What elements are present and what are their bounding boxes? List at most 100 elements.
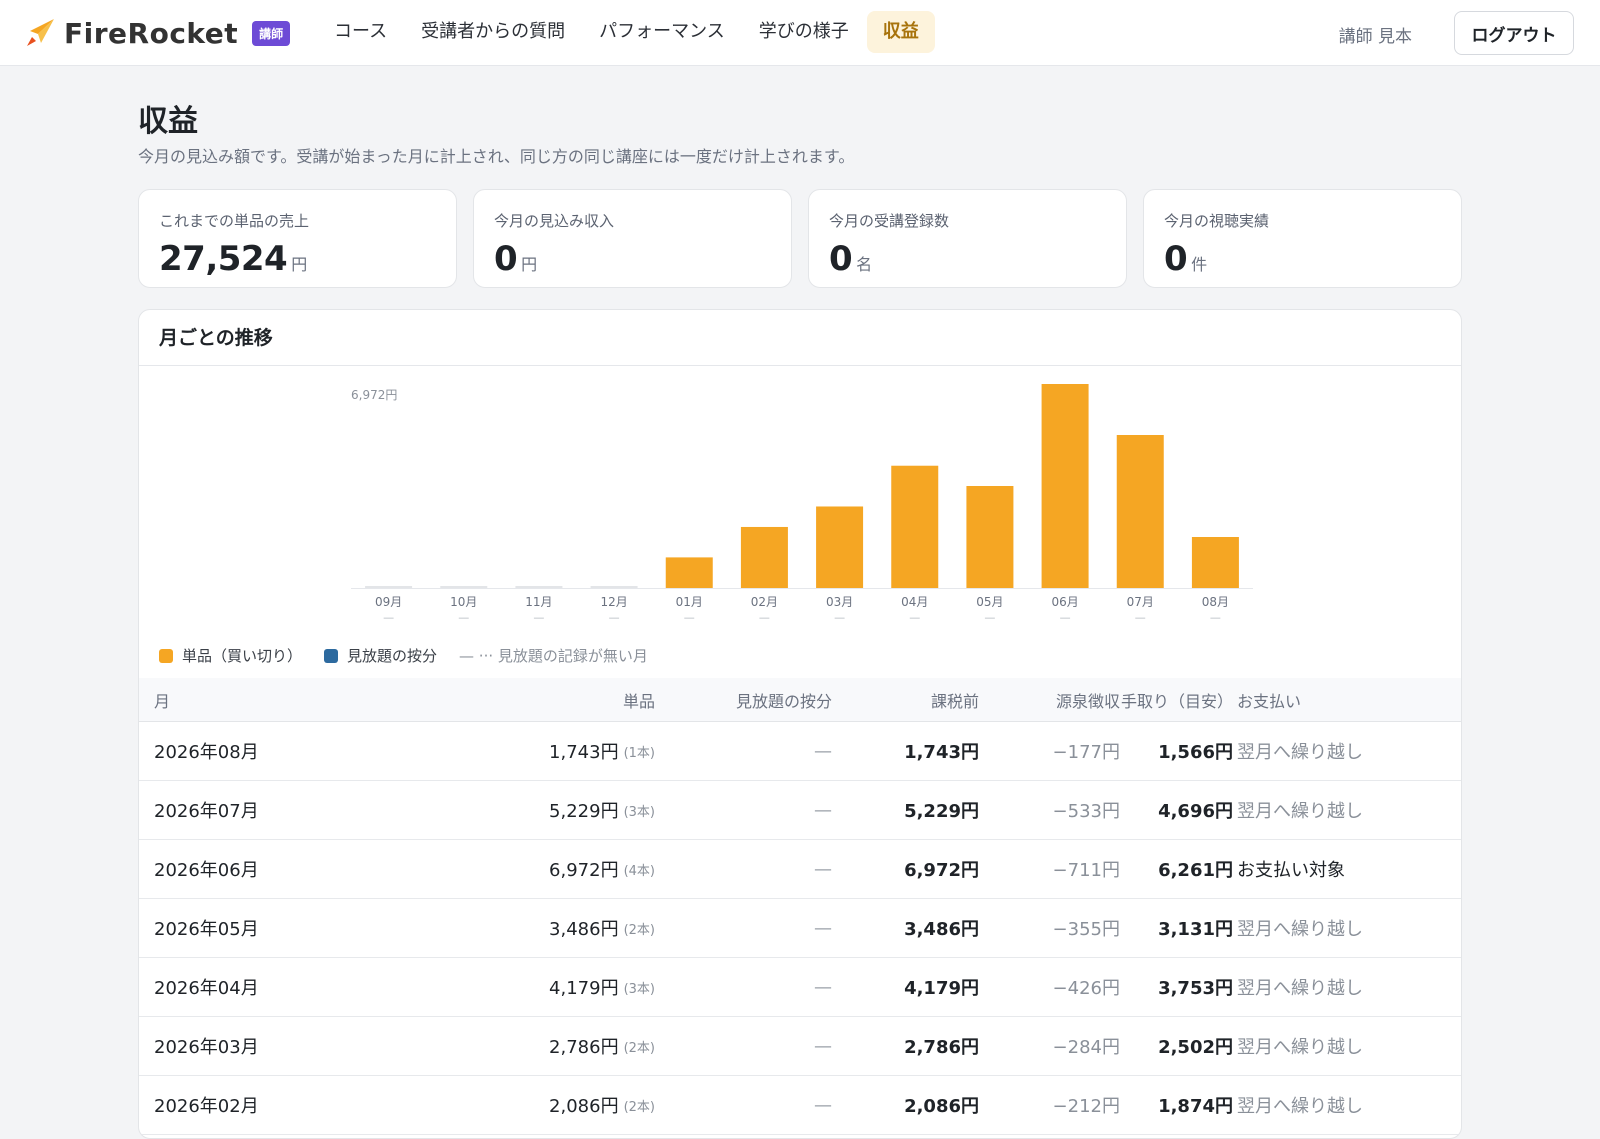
stat-card-views: 今月の視聴実績 0件 bbox=[1143, 189, 1462, 288]
table-row: 2026年08月 1,743円 (1本) — 1,743円 −177円 1,566… bbox=[139, 722, 1461, 781]
cell-count: (2本) bbox=[623, 922, 655, 938]
role-badge: 講師 bbox=[252, 20, 291, 46]
chart-bar[interactable] bbox=[1041, 384, 1089, 588]
nav-item-courses[interactable]: コース bbox=[318, 11, 403, 53]
cell-payment: 翌月へ繰り越し bbox=[1237, 742, 1363, 763]
cell-single: 4,179円 (3本) bbox=[549, 978, 655, 999]
app-logo[interactable]: FireRocket 講師 bbox=[24, 14, 291, 52]
cell-net: 3,753円 bbox=[1158, 978, 1233, 999]
chart-bar[interactable] bbox=[816, 506, 864, 588]
chart-x-tick-label: 06月 bbox=[1051, 595, 1078, 609]
chart-x-tick-label: 04月 bbox=[901, 595, 928, 609]
cell-payment: 翌月へ繰り越し bbox=[1237, 978, 1363, 999]
chart-x-sub-label: — bbox=[383, 611, 394, 624]
chart-bar[interactable] bbox=[740, 526, 788, 588]
cell-single: 3,486円 (2本) bbox=[549, 919, 655, 940]
cell-net: 6,261円 bbox=[1158, 860, 1233, 881]
cell-count: (4本) bbox=[623, 863, 655, 879]
logout-button[interactable]: ログアウト bbox=[1454, 11, 1574, 55]
table-row: 2026年05月 3,486円 (2本) — 3,486円 −355円 3,131… bbox=[139, 899, 1461, 958]
monthly-trend-panel: 月ごとの推移 6,972円 09月 — 10月 — 11月 — 12月 — 01月 — 02月 — 03月… bbox=[138, 309, 1462, 1139]
chart-bar[interactable] bbox=[891, 465, 939, 588]
cell-count: (1本) bbox=[623, 745, 655, 761]
cell-subscription: — bbox=[814, 917, 832, 939]
cell-month: 2026年03月 bbox=[154, 1037, 259, 1058]
legend-swatch-single bbox=[159, 648, 173, 663]
chart-x-tick-label: 03月 bbox=[826, 595, 853, 609]
cell-month: 2026年06月 bbox=[154, 860, 259, 881]
cell-pretax: 5,229円 bbox=[904, 801, 979, 822]
revenue-table: 月 単品 見放題の按分 課税前 源泉徴収 手取り（目安） お支払い 2026年0… bbox=[139, 678, 1461, 1135]
table-row: 2026年04月 4,179円 (3本) — 4,179円 −426円 3,753… bbox=[139, 958, 1461, 1017]
chart-x-tick-label: 02月 bbox=[751, 595, 778, 609]
chart-x-tick-label: 11月 bbox=[525, 595, 552, 609]
top-navigation-bar: FireRocket 講師 コース 受講者からの質問 パフォーマンス 学びの様子… bbox=[0, 0, 1600, 66]
legend-label: 見放題の按分 bbox=[347, 647, 438, 665]
chart-x-tick-label: 10月 bbox=[450, 595, 477, 609]
legend-item-subscription: 見放題の按分 bbox=[324, 645, 437, 666]
table-row: 2026年07月 5,229円 (3本) — 5,229円 −533円 4,696… bbox=[139, 781, 1461, 840]
user-name: 講師 見本 bbox=[1338, 27, 1412, 47]
table-row: 2026年02月 2,086円 (2本) — 2,086円 −212円 1,874… bbox=[139, 1076, 1461, 1135]
cell-payment: 翌月へ繰り越し bbox=[1237, 919, 1363, 940]
table-row: 2026年06月 6,972円 (4本) — 6,972円 −711円 6,261… bbox=[139, 840, 1461, 899]
column-header-net: 手取り（目安） bbox=[1120, 691, 1233, 711]
cell-subscription: — bbox=[814, 858, 832, 880]
chart-x-sub-label: — bbox=[1060, 611, 1071, 624]
cell-month: 2026年02月 bbox=[154, 1096, 259, 1117]
chart-x-tick-label: 08月 bbox=[1202, 595, 1229, 609]
cell-single: 2,086円 (2本) bbox=[549, 1096, 655, 1117]
main-nav: コース 受講者からの質問 パフォーマンス 学びの様子 収益 bbox=[318, 11, 937, 53]
legend-item-single: 単品（買い切り） bbox=[159, 645, 302, 666]
stat-unit: 件 bbox=[1191, 255, 1208, 274]
cell-withholding: −533円 bbox=[1052, 801, 1120, 822]
cell-pretax: 1,743円 bbox=[904, 742, 979, 763]
nav-item-performance[interactable]: パフォーマンス bbox=[583, 11, 741, 53]
column-header-single: 単品 bbox=[622, 691, 655, 711]
chart-x-tick-label: 12月 bbox=[600, 595, 627, 609]
chart-x-tick-label: 09月 bbox=[375, 595, 402, 609]
cell-month: 2026年07月 bbox=[154, 801, 259, 822]
chart-bar-empty bbox=[590, 586, 638, 588]
cell-withholding: −355円 bbox=[1052, 919, 1120, 940]
stat-label: これまでの単品の売上 bbox=[159, 212, 310, 230]
column-header-payment: お支払い bbox=[1237, 691, 1302, 711]
chart-bar[interactable] bbox=[1116, 435, 1164, 588]
cell-net: 1,874円 bbox=[1158, 1096, 1233, 1117]
column-header-pretax: 課税前 bbox=[930, 691, 979, 711]
chart-bar[interactable] bbox=[1191, 537, 1239, 588]
cell-count: (3本) bbox=[623, 804, 655, 820]
cell-single: 2,786円 (2本) bbox=[549, 1037, 655, 1058]
column-header-subscription: 見放題の按分 bbox=[735, 691, 832, 711]
chart-bar[interactable] bbox=[665, 557, 713, 588]
cell-count: (2本) bbox=[623, 1040, 655, 1056]
cell-net: 4,696円 bbox=[1158, 801, 1233, 822]
cell-withholding: −711円 bbox=[1052, 860, 1120, 881]
chart-x-sub-label: — bbox=[909, 611, 920, 624]
nav-item-questions[interactable]: 受講者からの質問 bbox=[405, 11, 581, 53]
chart-x-sub-label: — bbox=[1135, 611, 1146, 624]
cell-net: 3,131円 bbox=[1158, 919, 1233, 940]
cell-net: 2,502円 bbox=[1158, 1037, 1233, 1058]
chart-bar[interactable] bbox=[966, 486, 1014, 588]
chart-max-label: 6,972円 bbox=[351, 388, 397, 402]
column-header-month: 月 bbox=[154, 691, 171, 711]
cell-payment: お支払い対象 bbox=[1237, 860, 1345, 881]
chart-bar-empty bbox=[515, 586, 563, 588]
cell-withholding: −177円 bbox=[1052, 742, 1120, 763]
chart-bar-empty bbox=[440, 586, 488, 588]
cell-single: 1,743円 (1本) bbox=[549, 742, 655, 763]
nav-item-learning[interactable]: 学びの様子 bbox=[743, 11, 865, 53]
chart-x-sub-label: — bbox=[533, 611, 544, 624]
nav-item-revenue[interactable]: 収益 bbox=[866, 11, 935, 53]
stat-card-expected-income: 今月の見込み収入 0円 bbox=[473, 189, 792, 288]
cell-month: 2026年04月 bbox=[154, 978, 259, 999]
cell-subscription: — bbox=[814, 1094, 832, 1116]
chart-legend: 単品（買い切り） 見放題の按分 — ··· 見放題の記録が無い月 bbox=[159, 645, 670, 666]
cell-pretax: 2,786円 bbox=[904, 1037, 979, 1058]
cell-subscription: — bbox=[814, 740, 832, 762]
chart-x-sub-label: — bbox=[458, 611, 469, 624]
cell-withholding: −212円 bbox=[1052, 1096, 1120, 1117]
legend-label: — ··· 見放題の記録が無い月 bbox=[459, 647, 648, 665]
cell-pretax: 6,972円 bbox=[904, 860, 979, 881]
